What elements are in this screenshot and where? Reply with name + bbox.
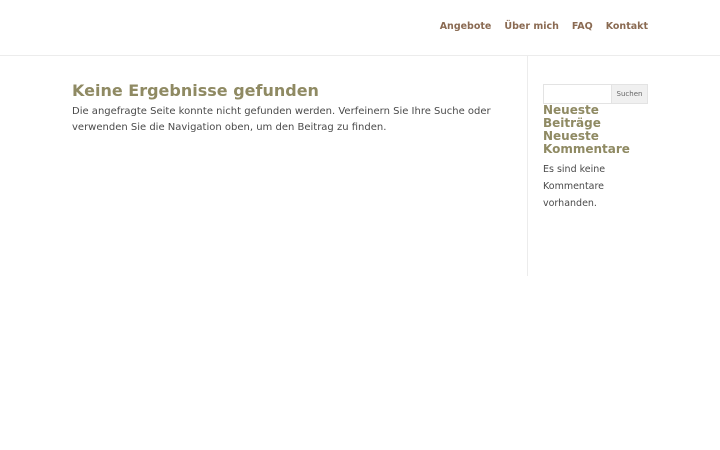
search-button[interactable]: Suchen: [611, 84, 648, 104]
not-found-message: Die angefragte Seite konnte nicht gefund…: [72, 106, 491, 133]
nav-item-faq[interactable]: FAQ: [572, 21, 593, 32]
nav-item-ueber-mich[interactable]: Über mich: [504, 21, 559, 32]
sidebar: Suchen Neueste Beiträge Neueste Kommenta…: [543, 84, 648, 212]
search-form: Suchen: [543, 84, 648, 104]
no-comments-text: Es sind keine Kommentare vorhanden.: [543, 164, 606, 209]
nav-item-angebote[interactable]: Angebote: [440, 21, 492, 32]
recent-comments-heading: Neueste Kommentare: [543, 129, 630, 156]
site-header: Angebote Über mich FAQ Kontakt: [0, 0, 720, 56]
nav-item-kontakt[interactable]: Kontakt: [606, 21, 648, 32]
recent-posts-heading: Neueste Beiträge: [543, 103, 601, 130]
sidebar-divider: [527, 56, 528, 276]
page-title: Keine Ergebnisse gefunden: [72, 81, 319, 100]
search-input[interactable]: [543, 84, 611, 104]
main-navigation: Angebote Über mich FAQ Kontakt: [440, 21, 648, 32]
main-content: Keine Ergebnisse gefunden Die angefragte…: [72, 80, 492, 136]
